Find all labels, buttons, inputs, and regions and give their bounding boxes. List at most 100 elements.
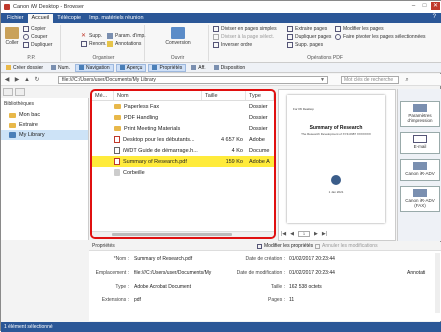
split-simple-button[interactable]: Diviser en pages simples <box>213 26 277 32</box>
chevron-down-icon[interactable]: ▼ <box>320 77 325 83</box>
list-item[interactable]: PDF Handling Dossier <box>92 112 274 123</box>
print-settings-icon <box>107 33 113 39</box>
extensions-value: pdf <box>134 297 141 303</box>
address-field[interactable]: file:///C:/Users/user/Documents/My Libra… <box>58 76 328 84</box>
open-group: Conversion Ouvrir <box>147 25 209 61</box>
open-group-label: Ouvrir <box>170 55 185 61</box>
list-item[interactable]: Desktop pour les débutants... 4 657 Ko A… <box>92 134 274 145</box>
last-page-icon[interactable]: ▶| <box>322 231 327 237</box>
organize-group-label: Organiser <box>92 55 115 61</box>
delete-pages-button[interactable]: Supp. pages <box>287 42 323 48</box>
library-tab-icon[interactable] <box>3 88 13 96</box>
conversion-button[interactable]: Conversion <box>165 27 191 46</box>
layout-dropdown[interactable]: Disposition <box>211 64 248 72</box>
refresh-icon[interactable]: ↻ <box>33 76 41 84</box>
navigation-toggle[interactable]: Navigation <box>74 63 114 72</box>
tab-imp-materiels[interactable]: Imp. matériels réunion <box>85 14 147 23</box>
rename-button[interactable]: Renom. <box>81 41 107 47</box>
search-input[interactable]: Mot clés de recherche <box>341 76 399 84</box>
rotate-pages-button[interactable]: Faire pivoter les pages sélectionnées <box>335 34 426 40</box>
tree-item-mon-bac[interactable]: Mon bac <box>1 110 88 120</box>
split-select-button[interactable]: Diviser à la page sélect. <box>213 34 274 40</box>
edit-properties-button[interactable]: Modifier les propriétés <box>257 243 313 249</box>
new-folder-icon <box>6 65 11 70</box>
help-icon[interactable]: ? <box>433 14 436 20</box>
size-label: Taille : <box>270 284 285 290</box>
print-settings-destination[interactable]: Paramètres d'impression <box>400 101 440 127</box>
column-header-taille[interactable]: Taille <box>202 91 246 100</box>
delete-button[interactable]: ✕ Supp. <box>81 33 102 39</box>
modified-value: 01/02/2017 20:23:44 <box>289 270 335 276</box>
scrollbar-thumb[interactable] <box>112 233 232 236</box>
folder-icon <box>114 126 121 131</box>
tree-item-extraire[interactable]: Extraire <box>1 120 88 130</box>
split-icon <box>213 26 219 32</box>
folder-icon <box>114 115 121 120</box>
extract-pages-button[interactable]: Extraire pages <box>287 26 327 32</box>
edit-pages-button[interactable]: Modifier les pages <box>335 26 384 32</box>
duplicate-button[interactable]: Dupliquer <box>23 42 52 48</box>
list-item-selected[interactable]: Summary of Research.pdf 159 Ko Adobe A <box>92 156 274 167</box>
duplicate-pages-button[interactable]: Dupliquer pages <box>287 34 331 40</box>
clipboard-icon <box>5 27 19 39</box>
list-item[interactable]: Print Meeting Materials Dossier <box>92 123 274 134</box>
layout-icon <box>213 65 219 70</box>
trash-icon <box>114 169 120 176</box>
email-icon <box>413 135 427 143</box>
search-tab-icon[interactable] <box>15 88 25 96</box>
reverse-order-button[interactable]: Inverser ordre <box>213 42 252 48</box>
up-icon[interactable]: ▲ <box>23 76 31 84</box>
column-header-nom[interactable]: Nom <box>114 91 202 100</box>
column-header-type[interactable]: Type <box>246 91 274 100</box>
type-label: Type : <box>115 284 129 290</box>
properties-header: Propriétés Modifier les propriétés Annul… <box>89 242 441 251</box>
forward-icon[interactable]: ▶ <box>13 76 21 84</box>
maximize-button[interactable]: □ <box>420 2 429 10</box>
email-destination[interactable]: E-mail <box>400 132 440 154</box>
create-folder-button[interactable]: Créer dossier <box>3 64 46 72</box>
left-pane-tabs <box>3 88 25 96</box>
preview-toggle[interactable]: Aperçu <box>115 63 147 72</box>
extensions-label: Extensions : <box>101 297 129 303</box>
close-button[interactable]: ✕ <box>431 2 440 10</box>
list-item[interactable]: iWDT Guide de démarrage.h... 4 Ko Docume <box>92 145 274 156</box>
tab-telecopie[interactable]: Télécopie <box>53 14 85 23</box>
annotations-button[interactable]: Annotations <box>107 41 141 47</box>
print-settings-button[interactable]: Param. d'imp. <box>107 33 146 39</box>
fax-destination[interactable]: Canon iR-ADV (FAX) <box>400 186 440 212</box>
printer-destination[interactable]: Canon iR-ADV <box>400 159 440 181</box>
tab-accueil[interactable]: Accueil <box>27 14 54 23</box>
tree-item-my-library[interactable]: My Library <box>1 130 88 140</box>
name-value[interactable]: Summary of Research.pdf <box>134 256 192 262</box>
properties-scrollbar[interactable] <box>435 253 440 313</box>
pages-label: Pages : <box>268 297 285 303</box>
paste-button[interactable]: Coller <box>4 27 20 46</box>
list-item[interactable]: Corbeille <box>92 167 274 178</box>
cut-button[interactable]: Couper <box>23 34 47 40</box>
next-page-icon[interactable]: ▶ <box>314 231 318 237</box>
view-dropdown[interactable]: Aff. <box>188 64 208 72</box>
minimize-button[interactable]: – <box>409 2 418 10</box>
search-icon[interactable]: ⌕ <box>403 76 411 84</box>
list-item[interactable]: Paperless Fax Dossier <box>92 101 274 112</box>
location-value: file:///C:/Users/user/Documents/My <box>134 270 212 276</box>
edit-pages-icon <box>335 26 341 32</box>
back-icon[interactable]: ◀ <box>3 76 11 84</box>
view-toolbar: Créer dossier Num. Navigation Aperçu Pro… <box>1 63 441 73</box>
tab-fichier[interactable]: Fichier <box>3 14 28 23</box>
column-header-me[interactable]: Mé... <box>92 91 114 100</box>
navigation-pane: Bibliothèques Mon bac Extraire My Librar… <box>1 98 89 240</box>
page-number-input[interactable]: 1 <box>298 231 311 237</box>
modified-label: Date de modification : <box>236 270 285 276</box>
cancel-changes-button[interactable]: Annuler les modifications <box>315 243 378 249</box>
first-page-icon[interactable]: |◀ <box>281 231 286 237</box>
scan-button[interactable]: Num. <box>48 64 73 72</box>
horizontal-scrollbar[interactable] <box>92 231 274 237</box>
copy-button[interactable]: Copier <box>23 26 46 32</box>
properties-toggle[interactable]: Propriétés <box>148 63 187 72</box>
prev-page-icon[interactable]: ◀ <box>290 231 294 237</box>
file-list: Mé... Nom Taille Type Paperless Fax Doss… <box>90 89 276 239</box>
window-title: Canon iW Desktop - Browser <box>13 4 84 10</box>
view-icon <box>191 65 197 70</box>
pdf-file-icon <box>114 158 120 165</box>
